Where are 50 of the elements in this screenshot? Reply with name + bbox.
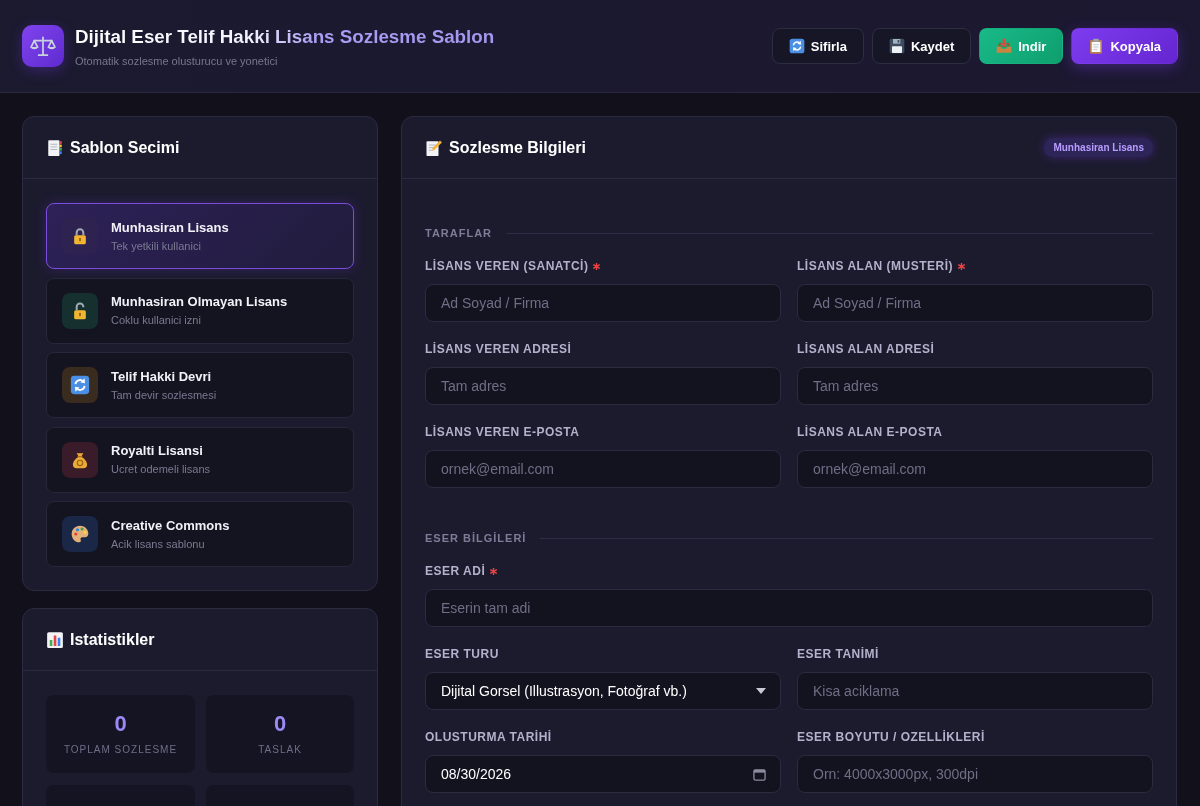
template-option[interactable]: Munhasiran Lisans Tek yetkili kullanici [46,203,354,269]
stat-label: TASLAK [258,744,302,756]
field-label: LİSANS VEREN (SANATCİ) [425,259,589,273]
stat-value: 0 [114,712,127,736]
template-option[interactable]: Royalti Lisansi Ucret odemeli lisans [46,426,354,493]
template-option[interactable]: Munhasiran Olmayan Lisans Coklu kullanici izni [46,277,354,344]
save-button[interactable]: Kaydet [871,28,972,64]
app-subtitle: Otomatik sozlesme olusturucu ve yonetici [75,55,279,68]
license-badge: Munhasiran Lisans [1044,138,1153,157]
template-option[interactable]: Creative Commons Acik lisans sablonu [46,501,354,567]
select-field[interactable]: Dijital Gorsel (Illustrasyon, Fotoğraf vb.) [425,672,781,710]
input-field[interactable]: Tam adres [797,367,1153,405]
field-label: LİSANS ALAN (MUSTERİ) [797,259,954,273]
inbox-tray-icon [996,38,1013,54]
input-field[interactable]: Kisa aciklama [797,672,1153,710]
scales-icon [22,25,64,67]
field-label: ESER ADİ [425,564,486,578]
section-title: ESER BİLGİLERİ [425,531,527,546]
template-option[interactable]: Telif Hakki Devri Tam devir sozlesmesi [46,352,354,418]
copy-button[interactable]: Kopyala [1071,28,1178,64]
field-label: LİSANS ALAN ADRESİ [797,342,935,356]
field-label: ESER BOYUTU / OZELLİKLERİ [797,730,985,744]
bar-chart-icon [46,630,64,649]
bookmark-tabs-icon [46,138,64,157]
panel-title: Istatistikler [70,630,155,649]
panel-title: Sablon Secimi [70,138,180,157]
input-field[interactable]: Tam adres [425,367,781,405]
input-field[interactable]: Orn: 4000x3000px, 300dpi [797,755,1153,793]
field-label: LİSANS VEREN E-POSTA [425,425,580,439]
section-title: TARAFLAR [425,226,493,241]
input-field[interactable]: ornek@email.com [425,450,781,488]
field-label: ESER TANİMİ [797,647,879,661]
reset-button[interactable]: Sifirla [771,28,864,64]
input-field[interactable]: ornek@email.com [797,450,1153,488]
field-label: ESER TURU [425,647,499,661]
input-field[interactable]: Ad Soyad / Firma [797,284,1153,322]
refresh-icon [788,38,805,54]
clipboard-icon [1088,38,1105,54]
memo-icon [425,138,443,157]
input-field[interactable]: Eserin tam adi [425,589,1153,627]
stat-label: TOPLAM SOZLESME [63,744,178,756]
field-label: LİSANS VEREN ADRESİ [425,342,572,356]
calendar-icon [753,767,766,781]
input-field[interactable]: Ad Soyad / Firma [425,284,781,322]
field-label: LİSANS ALAN E-POSTA [797,425,943,439]
field-label: OLUSTURMA TARİHİ [425,730,552,744]
panel-title: Sozlesme Bilgileri [449,138,586,157]
date-field[interactable]: 08/30/2026 [425,755,781,793]
caret-icon [756,688,766,694]
stat-value: 0 [273,712,287,736]
